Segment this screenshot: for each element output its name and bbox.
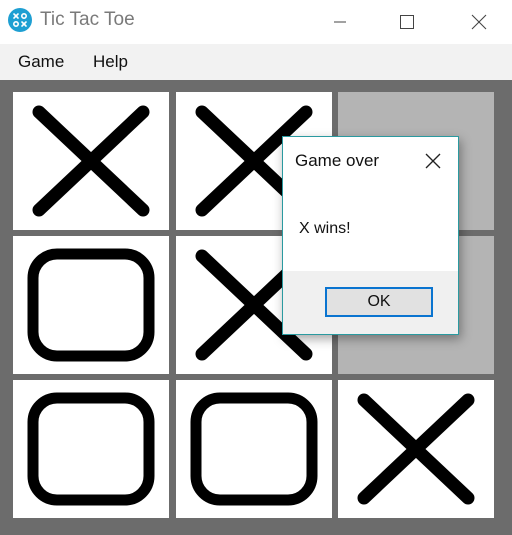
menu-bar: Game Help — [0, 44, 512, 80]
board-cell[interactable] — [176, 380, 332, 518]
x-mark-icon — [32, 105, 150, 217]
close-icon — [471, 14, 487, 30]
dialog-message: X wins! — [299, 220, 351, 237]
app-icon — [8, 8, 32, 32]
board-cell[interactable] — [13, 92, 169, 230]
board-cell[interactable] — [338, 380, 494, 518]
maximize-icon — [400, 15, 414, 29]
minimize-button[interactable] — [312, 0, 368, 44]
window-title: Tic Tac Toe — [40, 9, 135, 30]
board-cell[interactable] — [13, 236, 169, 374]
title-bar: Tic Tac Toe — [0, 0, 512, 44]
menu-help[interactable]: Help — [93, 52, 128, 72]
x-mark-icon — [357, 393, 475, 505]
dialog-title: Game over — [295, 151, 380, 170]
board-cell[interactable] — [13, 380, 169, 518]
o-mark-icon — [27, 248, 155, 362]
dialog-footer: OK — [283, 271, 458, 334]
window-close-button[interactable] — [451, 0, 507, 44]
minimize-icon — [334, 21, 346, 23]
game-over-dialog: Game over X wins! OK — [282, 136, 459, 335]
o-mark-icon — [190, 392, 318, 506]
maximize-button[interactable] — [379, 0, 435, 44]
dialog-close-button[interactable] — [423, 151, 443, 171]
o-mark-icon — [27, 392, 155, 506]
ok-button[interactable]: OK — [325, 287, 433, 317]
menu-game[interactable]: Game — [18, 52, 64, 72]
close-icon — [425, 153, 441, 169]
